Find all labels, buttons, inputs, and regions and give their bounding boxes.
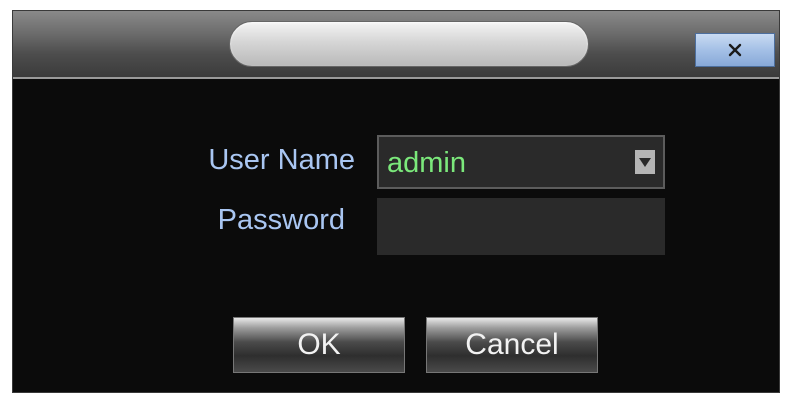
chevron-down-icon[interactable] [635,150,655,174]
close-button[interactable] [695,33,775,67]
dialog-title [229,21,589,67]
login-dialog: User Name admin Password OK Cancel [12,10,780,393]
username-select[interactable]: admin [377,135,665,189]
username-label: User Name [208,144,355,176]
close-icon [728,43,742,57]
password-label: Password [217,204,345,236]
username-value: admin [387,147,466,179]
dialog-titlebar [13,11,779,79]
cancel-button[interactable]: Cancel [426,317,598,373]
password-field[interactable] [377,198,665,255]
ok-button[interactable]: OK [233,317,405,373]
